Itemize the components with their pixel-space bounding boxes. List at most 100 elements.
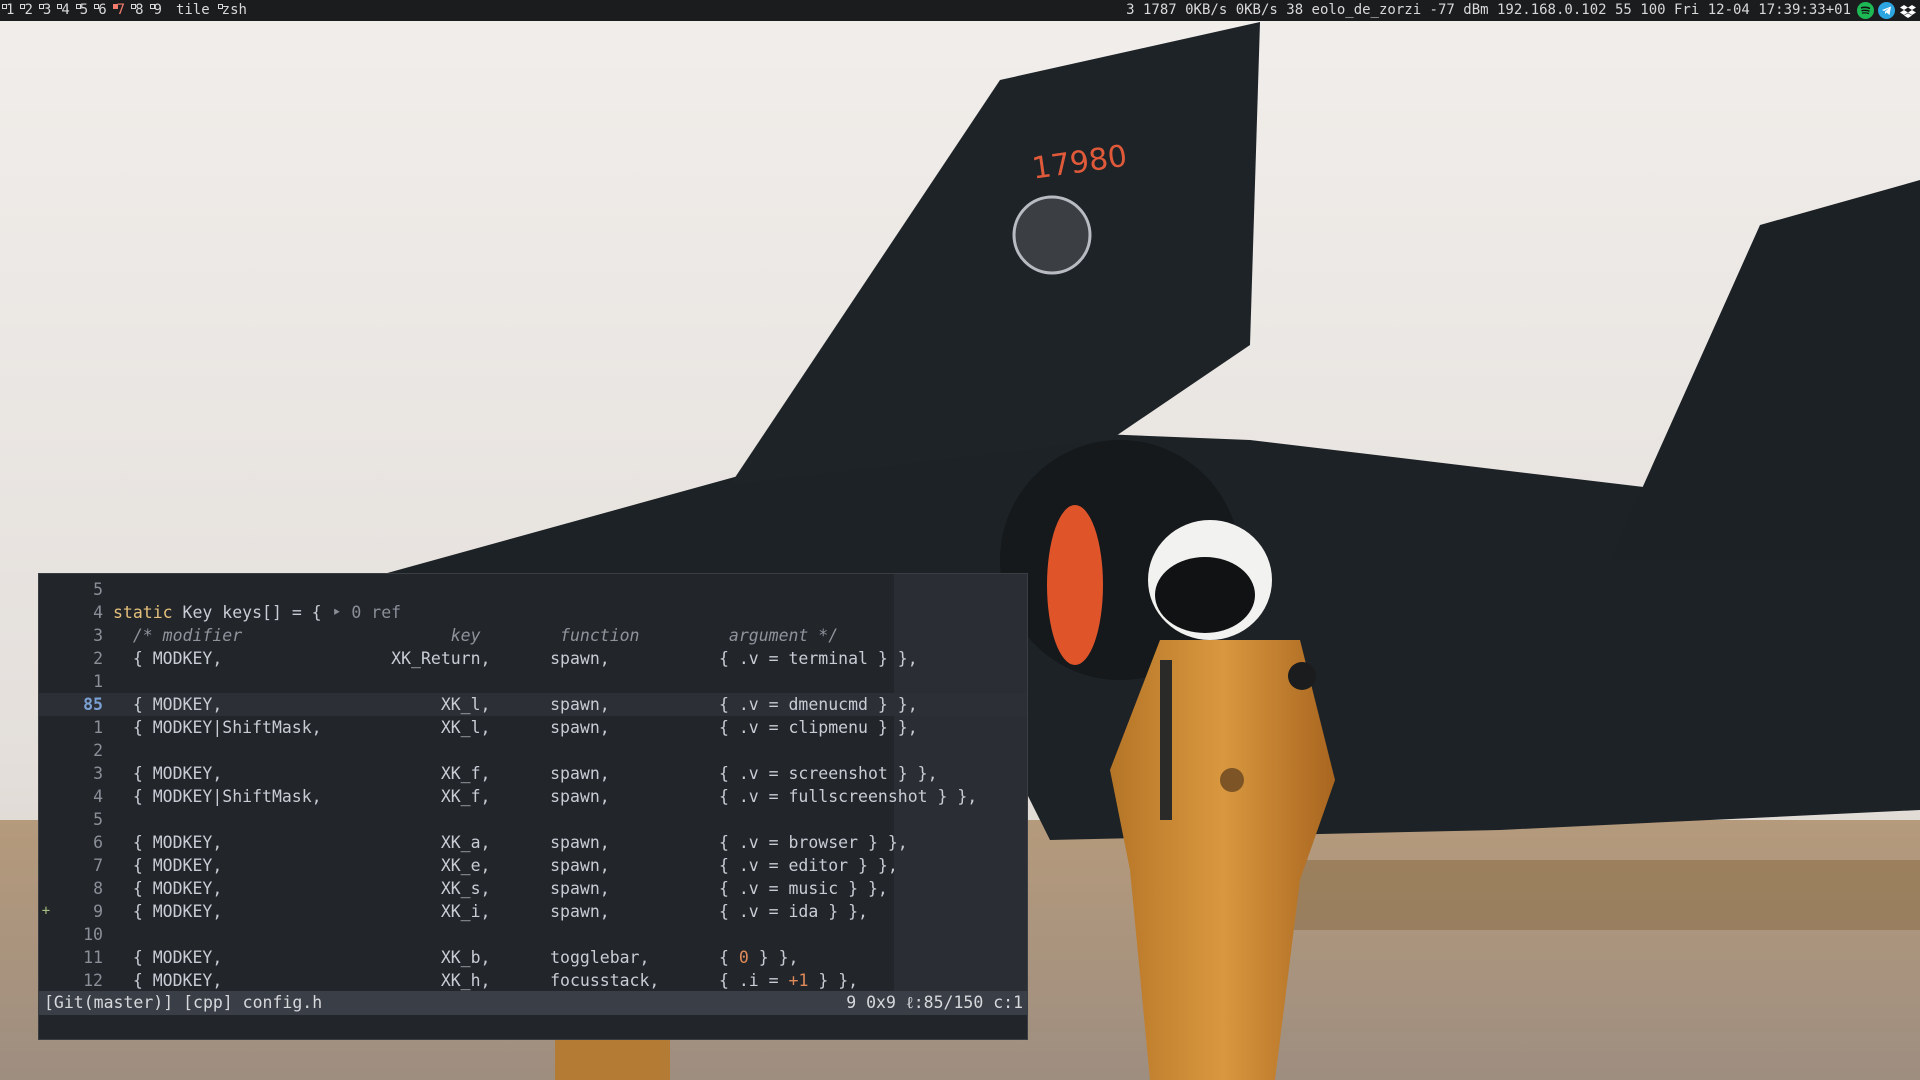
workspace-tag-9[interactable]: 9 [149,0,168,21]
git-sign [39,762,53,785]
tail-insignia [1012,195,1092,275]
code-line[interactable]: 3 { MODKEY, XK_f, spawn, { .v = screensh… [39,762,1027,785]
code-line[interactable]: 5 [39,808,1027,831]
line-number: 2 [93,649,103,668]
line-text: { MODKEY, XK_Return, spawn, { .v = termi… [113,647,918,670]
code-token: } }, [808,971,859,990]
workspace-tag-3[interactable]: 3 [38,0,57,21]
code-line-current[interactable]: 85 { MODKEY, XK_l, spawn, { .v = dmenucm… [39,693,1027,716]
code-line[interactable]: 2 { MODKEY, XK_Return, spawn, { .v = ter… [39,647,1027,670]
git-sign [39,923,53,946]
code-token: { MODKEY, XK_Return, spawn, { .v = termi… [113,649,918,668]
code-token: { MODKEY, XK_s, spawn, { .v = music } }, [113,879,888,898]
code-buffer[interactable]: 5 4 static Key keys[] = { ‣ 0 ref 3 /* modi… [39,578,1027,992]
spotify-icon[interactable] [1857,2,1874,19]
git-sign [39,854,53,877]
code-line[interactable]: 6 { MODKEY, XK_a, spawn, { .v = browser … [39,831,1027,854]
line-number: 8 [93,879,103,898]
workspace-tags: 123456789 [0,0,168,21]
code-token: { MODKEY, XK_a, spawn, { .v = browser } … [113,833,908,852]
line-number: 1 [93,672,103,691]
git-sign [39,969,53,992]
line-text: { MODKEY, XK_i, spawn, { .v = ida } }, [113,900,868,923]
code-line[interactable]: 5 [39,578,1027,601]
git-sign [39,578,53,601]
status-text: 3 1787 0KB/s 0KB/s 38 eolo_de_zorzi -77 … [1126,2,1851,18]
code-token: ‣ 0 ref [331,603,402,622]
workspace-tag-6[interactable]: 6 [94,0,112,21]
second-figure-legs [555,1040,670,1080]
code-token: 0 [738,948,749,967]
git-sign [39,877,53,900]
code-line[interactable]: 3 /* modifier key function argument */ [39,624,1027,647]
layout-indicator[interactable]: tile [168,0,218,21]
code-token: /* modifier key function argument */ [113,626,839,645]
line-text: { MODKEY, XK_s, spawn, { .v = music } }, [113,877,888,900]
code-line[interactable]: 12 { MODKEY, XK_h, focusstack, { .i = +1… [39,969,1027,992]
line-number: 4 [93,787,103,806]
code-token: { MODKEY, XK_b, togglebar, { [113,948,739,967]
code-token: { MODKEY|ShiftMask, XK_f, spawn, { .v = … [113,787,978,806]
line-text: { MODKEY, XK_f, spawn, { .v = screenshot… [113,762,938,785]
code-line[interactable]: +9 { MODKEY, XK_i, spawn, { .v = ida } }… [39,900,1027,923]
line-number: 12 [83,971,103,990]
line-text: { MODKEY|ShiftMask, XK_l, spawn, { .v = … [113,716,918,739]
code-token: { MODKEY, XK_h, focusstack, { .i = [113,971,789,990]
git-sign [39,785,53,808]
code-line[interactable]: 4 { MODKEY|ShiftMask, XK_f, spawn, { .v … [39,785,1027,808]
statusline-right: 9 0x9 ℓ:85/150 c:1 [846,993,1023,1012]
code-token: { MODKEY|ShiftMask, XK_l, spawn, { .v = … [113,718,918,737]
git-sign [39,670,53,693]
git-sign [39,693,53,716]
workspace-tag-8[interactable]: 8 [131,0,149,21]
code-line[interactable]: 7 { MODKEY, XK_e, spawn, { .v = editor }… [39,854,1027,877]
code-line[interactable]: 11 { MODKEY, XK_b, togglebar, { 0 } }, [39,946,1027,969]
git-sign [39,946,53,969]
code-token: static [113,603,173,622]
telegram-icon[interactable] [1878,2,1895,19]
code-line[interactable]: 8 { MODKEY, XK_s, spawn, { .v = music } … [39,877,1027,900]
engine-exhaust [1047,505,1103,665]
code-line[interactable]: 1 { MODKEY|ShiftMask, XK_l, spawn, { .v … [39,716,1027,739]
line-text: static Key keys[] = { ‣ 0 ref [113,601,401,624]
code-token: { MODKEY, XK_f, spawn, { .v = screenshot… [113,764,938,783]
code-token: Key keys[] = { [172,603,332,622]
line-number: 2 [93,741,103,760]
workspace-tag-7[interactable]: 7 [112,0,131,21]
workspace-tag-4[interactable]: 4 [57,0,75,21]
code-token: { MODKEY, XK_l, spawn, { .v = dmenucmd }… [113,695,918,714]
git-sign [39,739,53,762]
dropbox-icon[interactable] [1899,2,1916,19]
line-number: 5 [93,580,103,599]
editor-statusline: [Git(master)] [cpp] config.h 9 0x9 ℓ:85/… [39,991,1027,1015]
git-sign [39,601,53,624]
line-number: 6 [93,833,103,852]
git-sign [39,624,53,647]
code-line[interactable]: 1 [39,670,1027,693]
line-number: 3 [93,764,103,783]
git-sign [39,647,53,670]
line-number: 10 [83,925,103,944]
git-sign: + [41,903,51,919]
terminal-window[interactable]: 5 4 static Key keys[] = { ‣ 0 ref 3 /* modi… [38,573,1028,1040]
line-number: 7 [93,856,103,875]
code-token: { MODKEY, XK_e, spawn, { .v = editor } }… [113,856,898,875]
code-line[interactable]: 2 [39,739,1027,762]
git-sign [39,831,53,854]
line-number: 1 [93,718,103,737]
code-token: +1 [788,971,809,990]
workspace-tag-2[interactable]: 2 [20,0,38,21]
code-token: } }, [748,948,799,967]
system-tray [1857,0,1920,21]
workspace-tag-5[interactable]: 5 [75,0,94,21]
workspace-tag-1[interactable]: 1 [2,0,20,21]
line-text: { MODKEY, XK_b, togglebar, { 0 } }, [113,946,799,969]
line-text: { MODKEY, XK_a, spawn, { .v = browser } … [113,831,908,854]
code-line[interactable]: 10 [39,923,1027,946]
line-text: { MODKEY, XK_e, spawn, { .v = editor } }… [113,854,898,877]
line-text: /* modifier key function argument */ [113,624,838,647]
line-text: { MODKEY, XK_h, focusstack, { .i = +1 } … [113,969,858,992]
window-title: zsh [217,0,247,21]
code-line[interactable]: 4 static Key keys[] = { ‣ 0 ref [39,601,1027,624]
code-token: { MODKEY, XK_i, spawn, { .v = ida } }, [113,902,868,921]
